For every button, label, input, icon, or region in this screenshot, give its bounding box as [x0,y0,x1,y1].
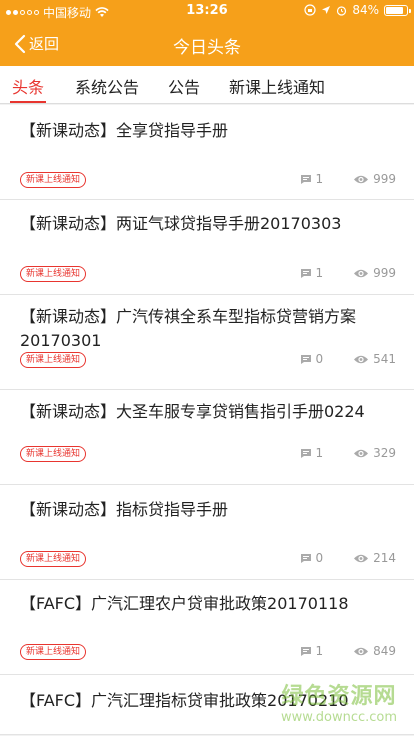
view-count-value: 541 [373,352,396,366]
comment-icon [301,448,312,458]
eye-icon [354,449,369,457]
view-count-value: 329 [373,446,396,460]
list-item[interactable]: 【FAFC】广汽汇理农户贷审批政策20170118 新课上线通知 1 849 [0,580,414,675]
alarm-icon [337,5,347,16]
comment-icon [301,553,312,563]
comment-count: 1 [300,644,323,658]
category-badge: 新课上线通知 [20,446,87,462]
active-tab-indicator [10,101,46,103]
nav-bar: 返回 今日头条 [0,22,414,66]
location-icon [322,6,331,14]
item-meta: 1 329 [300,446,396,460]
comment-count-value: 1 [315,172,324,186]
category-tabs: 头条 系统公告 公告 新课上线通知 [0,66,414,104]
comment-count-value: 0 [315,352,324,366]
item-title: 【新课动态】全享贷指导手册 [20,121,229,140]
comment-count: 0 [300,551,323,565]
battery-fill [386,6,403,14]
tab-announcements[interactable]: 公告 [168,74,200,98]
view-count: 849 [353,644,396,658]
item-meta: 1 849 [300,644,396,658]
item-title: 【FAFC】广汽汇理农户贷审批政策20170118 [20,594,349,613]
comment-icon [301,646,312,656]
eye-icon [354,647,369,655]
item-meta: 1 999 [300,172,396,186]
item-title: 【新课动态】大圣车服专享贷销售指引手册0224 [20,402,365,421]
comment-icon [301,174,312,184]
item-meta: 0 214 [300,551,396,565]
category-badge: 新课上线通知 [20,644,87,660]
battery-icon [384,4,411,16]
page-title: 今日头条 [173,38,241,58]
comment-count: 0 [300,352,323,366]
comment-count-value: 1 [315,266,324,280]
news-list: 【新课动态】全享贷指导手册 新课上线通知 1 999 【新课动态】两证气球贷指导… [0,105,414,735]
comment-count: 1 [300,446,323,460]
view-count: 999 [353,172,396,186]
tab-system-announcements[interactable]: 系统公告 [75,74,139,98]
view-count-value: 999 [373,172,396,186]
comment-count-value: 0 [315,551,324,565]
status-bar: 中国移动 13:26 84% [0,0,414,22]
eye-icon [354,355,369,363]
list-item[interactable]: 【新课动态】指标贷指导手册 新课上线通知 0 214 [0,485,414,580]
category-badge: 新课上线通知 [20,266,87,282]
rotation-lock-icon [304,4,316,16]
tab-headlines[interactable]: 头条 [12,74,44,98]
list-item[interactable]: 【新课动态】大圣车服专享贷销售指引手册0224 新课上线通知 1 329 [0,390,414,485]
comment-icon [301,354,312,364]
list-item[interactable]: 【FAFC】广汽汇理指标贷审批政策20170210 [0,675,414,735]
tab-new-course-notice[interactable]: 新课上线通知 [229,74,325,98]
category-badge: 新课上线通知 [20,551,87,567]
comment-count: 1 [300,172,323,186]
item-title: 【新课动态】广汽传祺全系车型指标贷营销方案20170301 [20,307,357,350]
category-badge: 新课上线通知 [20,172,87,188]
comment-count-value: 1 [315,644,324,658]
list-item[interactable]: 【新课动态】广汽传祺全系车型指标贷营销方案20170301 新课上线通知 0 5… [0,295,414,390]
category-badge: 新课上线通知 [20,352,87,368]
item-title: 【新课动态】指标贷指导手册 [20,500,229,519]
comment-icon [301,268,312,278]
list-item[interactable]: 【新课动态】两证气球贷指导手册20170303 新课上线通知 1 999 [0,200,414,295]
item-title: 【FAFC】广汽汇理指标贷审批政策20170210 [20,691,349,710]
list-item[interactable]: 【新课动态】全享贷指导手册 新课上线通知 1 999 [0,105,414,200]
item-title: 【新课动态】两证气球贷指导手册20170303 [20,214,342,233]
view-count: 999 [353,266,396,280]
view-count: 214 [353,551,396,565]
view-count-value: 849 [373,644,396,658]
view-count-value: 214 [373,551,396,565]
view-count: 541 [353,352,396,366]
eye-icon [354,554,369,562]
view-count: 329 [353,446,396,460]
eye-icon [354,175,369,183]
status-right: 84% [304,3,411,17]
item-meta: 1 999 [300,266,396,280]
comment-count-value: 1 [315,446,324,460]
battery-percent: 84% [352,3,379,17]
eye-icon [354,269,369,277]
item-meta: 0 541 [300,352,396,366]
view-count-value: 999 [373,266,396,280]
comment-count: 1 [300,266,323,280]
